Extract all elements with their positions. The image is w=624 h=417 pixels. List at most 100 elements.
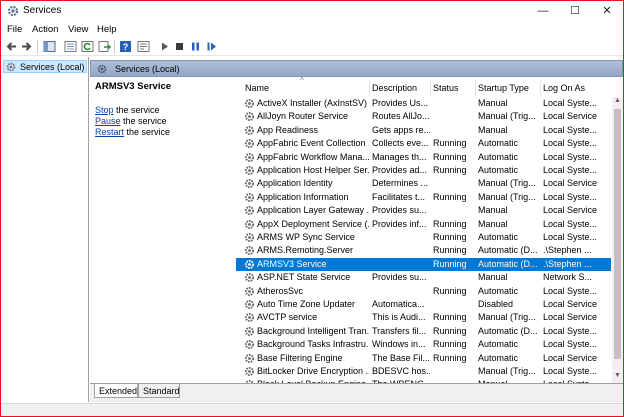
table-row[interactable]: App Readiness Gets apps re... Manual Local …	[236, 124, 611, 137]
service-startup-type: Automatic (D...	[478, 258, 538, 269]
restart-link[interactable]: Restart	[95, 127, 124, 137]
service-name: Application Host Helper Ser...	[257, 165, 369, 175]
table-row[interactable]: ASP.NET State Service Provides su... Manua…	[236, 271, 611, 284]
table-row[interactable]: AppFabric Workflow Mana... Manages th... R…	[236, 151, 611, 164]
service-name: Auto Time Zone Updater	[257, 299, 356, 309]
table-row[interactable]: AppFabric Event Collection ... Collects e…	[236, 137, 611, 150]
service-description: BDESVC hos...	[372, 366, 430, 376]
service-description: The Base Fil...	[372, 352, 430, 363]
column-header-description[interactable]: Description	[372, 83, 417, 93]
menu-file[interactable]: File	[7, 24, 22, 35]
menu-action[interactable]: Action	[32, 24, 58, 35]
service-name: Application Identity	[257, 178, 333, 189]
service-startup-type: Automatic	[478, 151, 519, 162]
column-header-startup-type[interactable]: Startup Type	[478, 83, 529, 93]
table-row[interactable]: Auto Time Zone Updater Automatica... Disab…	[236, 298, 611, 311]
pane-header: Services (Local)	[90, 60, 623, 77]
start-service-icon[interactable]	[158, 40, 171, 53]
table-row[interactable]: AppX Deployment Service (... Provides inf…	[236, 218, 611, 231]
service-name: Background Tasks Infrastru...	[257, 339, 369, 350]
service-log-on-as: Local Syste...	[543, 232, 598, 242]
service-log-on-as: Local Syste...	[543, 366, 598, 376]
pane-header-title: Services (Local)	[115, 64, 180, 74]
help-icon[interactable]: ?	[119, 40, 132, 53]
menu-view[interactable]: View	[68, 24, 88, 35]
export-list-icon[interactable]	[98, 40, 111, 53]
table-row[interactable]: ARMS.Remoting.Server Running Automatic (D.…	[236, 244, 611, 257]
close-button[interactable]: ✕	[593, 1, 621, 21]
service-log-on-as: .\Stephen ...	[543, 245, 592, 256]
table-row[interactable]: AtherosSvc Running Automatic Local Syste...	[236, 285, 611, 298]
maximize-button[interactable]: ☐	[561, 1, 589, 21]
refresh-icon[interactable]	[81, 40, 94, 53]
service-log-on-as: Local Syste...	[543, 218, 598, 229]
service-name: AppFabric Event Collection ...	[257, 138, 369, 149]
properties-icon[interactable]	[137, 40, 150, 53]
column-divider[interactable]	[475, 79, 476, 96]
table-row[interactable]: BitLocker Drive Encryption ... BDESVC hos…	[236, 365, 611, 378]
console-tree-icon[interactable]	[64, 40, 77, 53]
service-log-on-as: .\Stephen ...	[543, 258, 592, 269]
table-row[interactable]: AVCTP service This is Audi... Running Manua…	[236, 311, 611, 324]
service-log-on-as: Local Service	[543, 205, 598, 216]
table-row[interactable]: Background Tasks Infrastru... Windows in.…	[236, 338, 611, 351]
service-startup-type: Manual	[478, 272, 508, 283]
column-divider[interactable]	[540, 79, 541, 96]
service-gear-icon	[244, 326, 255, 336]
service-status: Running	[433, 191, 467, 202]
service-startup-type: Disabled	[478, 299, 514, 309]
restart-service-icon[interactable]	[205, 40, 218, 53]
service-name: ActiveX Installer (AxInstSV)	[257, 98, 368, 108]
table-row[interactable]: ARMS WP Sync Service Running Automatic Loca…	[236, 231, 611, 244]
service-startup-type: Manual	[478, 98, 508, 108]
table-row[interactable]: ARMSV3 Service Running Automatic (D... .\St…	[236, 257, 611, 272]
column-header-status[interactable]: Status	[433, 83, 459, 93]
sort-ascending-icon: ^	[300, 77, 304, 85]
service-log-on-as: Local Syste...	[543, 151, 598, 162]
column-divider[interactable]	[430, 79, 431, 96]
minimize-button[interactable]: —	[529, 1, 557, 21]
scroll-up-icon[interactable]: ▲	[612, 97, 623, 107]
service-description: Windows in...	[372, 339, 426, 350]
stop-link[interactable]: Stop	[95, 105, 114, 115]
table-row[interactable]: ActiveX Installer (AxInstSV) Provides Us.…	[236, 97, 611, 110]
service-startup-type: Manual	[478, 124, 508, 135]
service-gear-icon	[244, 232, 255, 243]
table-row[interactable]: Base Filtering Engine The Base Fil... Runn…	[236, 352, 611, 365]
service-description: Facilitates t...	[372, 191, 426, 202]
table-row[interactable]: Application Information Facilitates t... R…	[236, 191, 611, 204]
service-status: Running	[433, 245, 467, 256]
pause-link[interactable]: Pause	[95, 116, 121, 126]
service-log-on-as: Local Syste...	[543, 165, 598, 175]
tree-item-services-local[interactable]: Services (Local)	[3, 60, 87, 73]
service-log-on-as: Local Service	[543, 299, 598, 309]
table-row[interactable]: Application Host Helper Ser... Provides a…	[236, 164, 611, 177]
pause-service-icon[interactable]	[189, 40, 202, 53]
show-hide-tree-icon[interactable]	[43, 40, 56, 53]
table-row[interactable]: AllJoyn Router Service Routes AllJo... Man…	[236, 110, 611, 123]
forward-arrow-icon[interactable]	[20, 40, 33, 53]
scrollbar-thumb[interactable]	[614, 109, 621, 359]
service-startup-type: Manual (Trig...	[478, 191, 536, 202]
service-description: This is Audi...	[372, 312, 426, 323]
service-status: Running	[433, 138, 467, 149]
service-startup-type: Manual	[478, 218, 508, 229]
vertical-scrollbar[interactable]: ▲ ▼	[612, 97, 623, 383]
column-header-log-on-as[interactable]: Log On As	[543, 83, 585, 93]
tab-standard[interactable]: Standard	[138, 384, 180, 398]
stop-service-icon[interactable]	[173, 40, 186, 53]
back-arrow-icon[interactable]	[5, 40, 18, 53]
menu-help[interactable]: Help	[97, 24, 117, 35]
table-row[interactable]: Application Identity Determines ... Manual…	[236, 177, 611, 190]
service-status: Running	[433, 339, 467, 350]
table-row[interactable]: Background Intelligent Tran... Transfers …	[236, 325, 611, 338]
column-header-name[interactable]: Name	[245, 83, 269, 93]
table-row[interactable]: Application Layer Gateway ... Provides su…	[236, 204, 611, 217]
column-divider[interactable]	[369, 79, 370, 96]
services-gear-icon	[6, 62, 16, 72]
scroll-down-icon[interactable]: ▼	[612, 372, 623, 382]
service-status: Running	[433, 232, 467, 242]
tab-extended[interactable]: Extended	[94, 384, 138, 398]
service-name: ASP.NET State Service	[257, 272, 351, 283]
service-gear-icon	[244, 219, 255, 229]
